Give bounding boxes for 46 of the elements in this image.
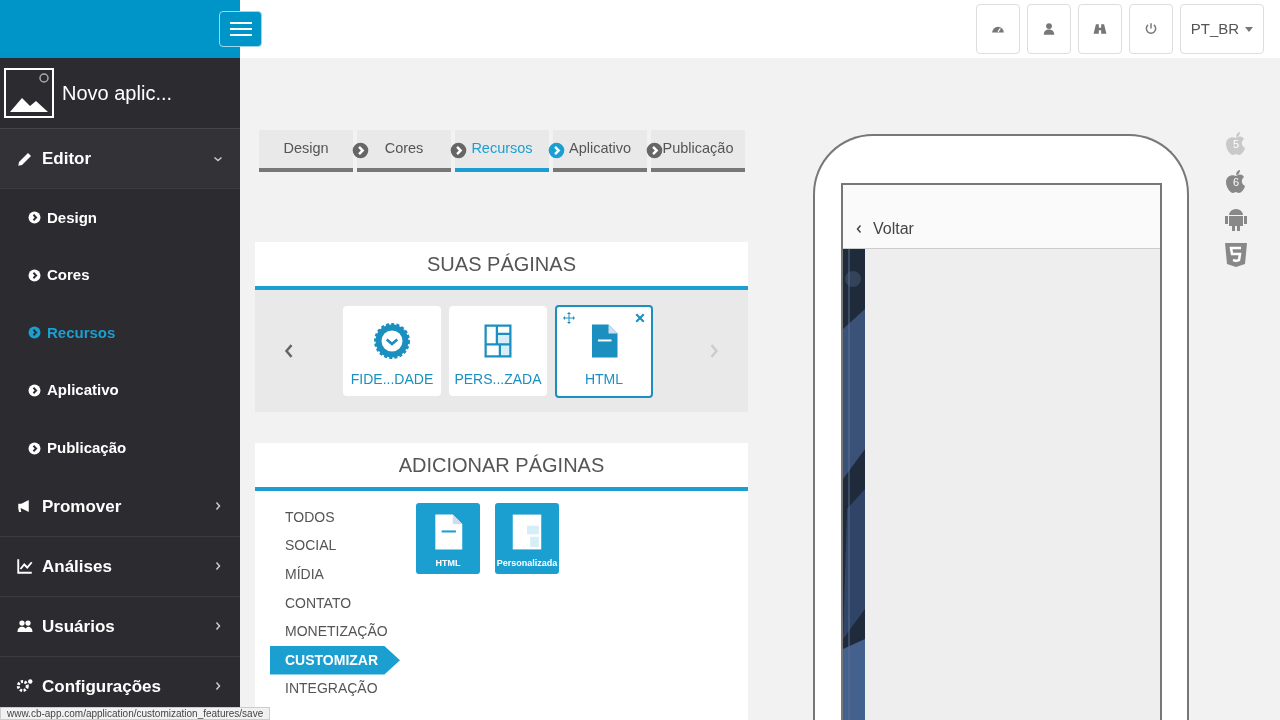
- move-icon: [563, 311, 575, 324]
- toolbar-button[interactable]: [976, 4, 1020, 54]
- category-item[interactable]: TODOS: [270, 503, 400, 532]
- menu-icon: [229, 21, 252, 37]
- sidebar-subitem[interactable]: Publicação: [0, 419, 240, 477]
- category-item[interactable]: MÍDIA: [270, 560, 400, 589]
- category-item[interactable]: MONETIZAÇÃO: [270, 617, 400, 646]
- sidebar-subitem[interactable]: Cores: [0, 246, 240, 305]
- power-icon: [1144, 22, 1158, 36]
- apple-shape-icon: [1224, 168, 1248, 196]
- html5-icon[interactable]: [1224, 242, 1248, 268]
- close-icon: [635, 312, 645, 323]
- android-icon[interactable]: [1224, 206, 1248, 232]
- category-item[interactable]: SOCIAL: [270, 531, 400, 561]
- step-tab[interactable]: Aplicativo: [553, 130, 647, 172]
- step-tab[interactable]: Cores: [357, 130, 451, 172]
- back-link[interactable]: Voltar: [853, 216, 914, 241]
- image-placeholder-icon: [4, 68, 54, 118]
- category-item[interactable]: CONTATO: [270, 588, 400, 618]
- sidebar-subitem[interactable]: Design: [0, 189, 240, 247]
- apple-icon[interactable]: 6: [1224, 168, 1248, 196]
- sidebar-subitem[interactable]: Recursos: [0, 304, 240, 362]
- link-url-tooltip: www.cb-app.com/application/customization_features/save: [0, 707, 271, 720]
- toolbar-button[interactable]: [1027, 4, 1071, 54]
- caret-down-icon: [1245, 26, 1254, 32]
- step-tab[interactable]: Publicação: [651, 130, 745, 172]
- category-item[interactable]: INTEGRAÇÃO: [270, 674, 400, 704]
- step-tab[interactable]: Design: [259, 130, 353, 172]
- language-dropdown[interactable]: PT_BR: [1180, 4, 1264, 54]
- sidebar-subitem[interactable]: Aplicativo: [0, 361, 240, 420]
- line-chart-icon: [16, 557, 34, 576]
- sidebar-item[interactable]: Editor: [0, 129, 240, 189]
- sidebar-item[interactable]: Usuários: [0, 596, 240, 657]
- menu-button[interactable]: [219, 11, 262, 47]
- page-card[interactable]: PERS...ZADA: [449, 306, 547, 396]
- sidebar-item[interactable]: Análises: [0, 536, 240, 597]
- apple-shape-icon: [1224, 130, 1248, 158]
- sidebar-item[interactable]: Promover: [0, 476, 240, 537]
- page-card[interactable]: HTML: [555, 304, 653, 398]
- app-name: Novo aplic...: [62, 81, 173, 106]
- section-title: ADICIONAR PÁGINAS: [255, 443, 748, 491]
- page-card[interactable]: FIDE...DADE: [343, 306, 441, 396]
- user-icon: [1042, 22, 1056, 36]
- binoculars-icon: [1093, 22, 1107, 36]
- toolbar-button[interactable]: [1078, 4, 1122, 54]
- badge-icon: [374, 323, 410, 359]
